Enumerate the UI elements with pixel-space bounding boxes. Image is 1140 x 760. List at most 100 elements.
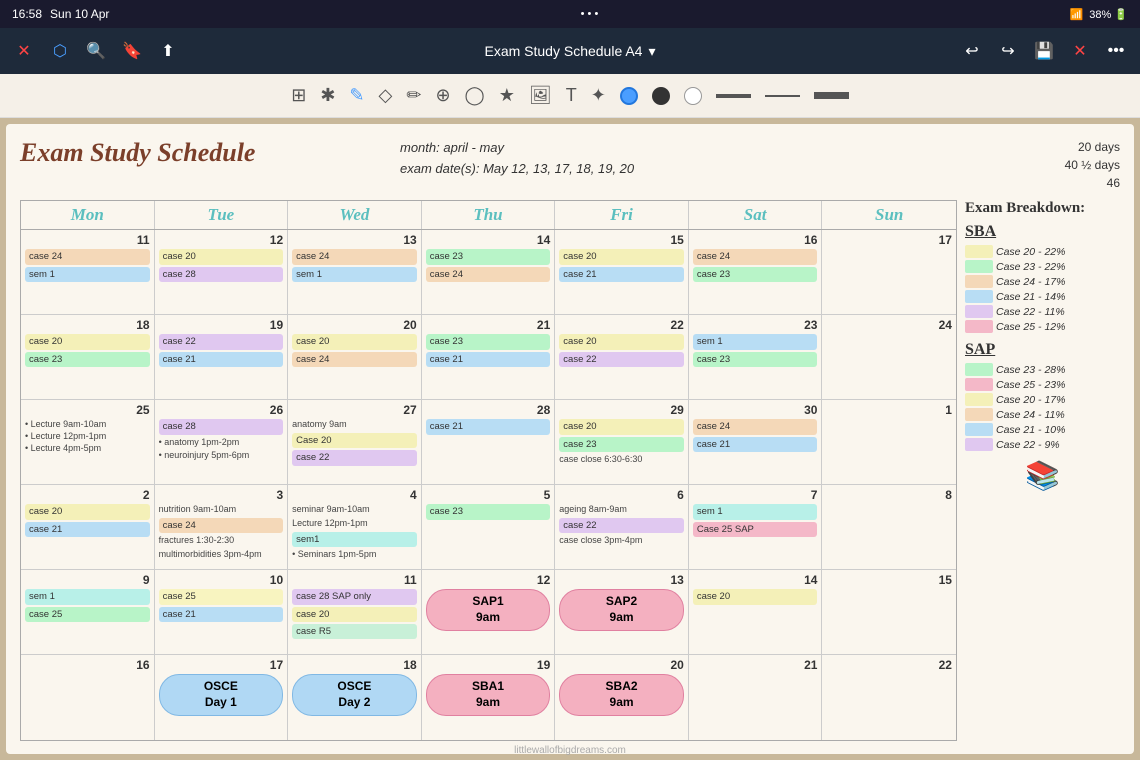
header-fri: Fri bbox=[555, 201, 689, 229]
grid-tool[interactable]: ⊞ bbox=[291, 85, 306, 106]
cell-apr23: 23 sem 1 case 23 bbox=[689, 315, 823, 399]
toolbar-right: ↩ ↪ 💾 ✕ ••• bbox=[958, 37, 1130, 65]
undo-icon[interactable]: ↩ bbox=[958, 37, 986, 65]
cell-may6: 6 ageing 8am-9am case 22 case close 3pm-… bbox=[555, 485, 689, 569]
day-may12: 12 bbox=[426, 573, 551, 587]
day-24: 24 bbox=[826, 318, 952, 332]
color-blue[interactable] bbox=[620, 87, 638, 105]
case24-sap-dot bbox=[965, 408, 993, 421]
day-25: 25 bbox=[25, 403, 150, 417]
event-case24-may3: case 24 bbox=[159, 518, 284, 533]
month-text: month: april - may bbox=[400, 138, 1065, 159]
cell-may18: 18 OSCEDay 2 bbox=[288, 655, 422, 740]
save-icon[interactable]: 💾 bbox=[1030, 37, 1058, 65]
lasso-tool[interactable]: ⊕ bbox=[435, 85, 450, 106]
day-12: 12 bbox=[159, 233, 284, 247]
day-may7: 7 bbox=[693, 488, 818, 502]
event-sem1-may9: sem 1 bbox=[25, 589, 150, 604]
day-may17: 17 bbox=[159, 658, 284, 672]
day-27: 27 bbox=[292, 403, 417, 417]
case21-sap-dot bbox=[965, 423, 993, 436]
cell-apr15: 15 case 20 case 21 bbox=[555, 230, 689, 314]
breakdown-case20-sba: Case 20 - 22% bbox=[965, 245, 1120, 258]
case22-sap-dot bbox=[965, 438, 993, 451]
color-dark[interactable] bbox=[652, 87, 670, 105]
event-case20-may14: case 20 bbox=[693, 589, 818, 604]
more-icon[interactable]: ••• bbox=[1102, 37, 1130, 65]
event-case24-16: case 24 bbox=[693, 249, 818, 264]
cell-apr11: 11 case 24 sem 1 bbox=[21, 230, 155, 314]
shape-tool[interactable]: ◯ bbox=[465, 85, 485, 106]
day-26: 26 bbox=[159, 403, 284, 417]
calendar-wrapper: Mon Tue Wed Thu Fri Sat Sun 11 case 24 bbox=[20, 200, 1120, 741]
multimorbidities-text: multimorbidities 3pm-4pm bbox=[159, 549, 284, 561]
day-may2: 2 bbox=[25, 488, 150, 502]
cell-may15: 15 bbox=[822, 570, 956, 654]
event-case22-may6: case 22 bbox=[559, 518, 684, 533]
case23-sap-dot bbox=[965, 363, 993, 376]
text-tool[interactable]: T bbox=[566, 85, 577, 106]
header-sat: Sat bbox=[689, 201, 823, 229]
calendar-header: Mon Tue Wed Thu Fri Sat Sun bbox=[21, 201, 956, 230]
case21-sap-text: Case 21 - 10% bbox=[996, 424, 1065, 436]
doc-title-bar: Exam Study Schedule A4 ▾ bbox=[188, 43, 952, 60]
cell-may3: 3 nutrition 9am-10am case 24 fractures 1… bbox=[155, 485, 289, 569]
cell-apr28: 28 case 21 bbox=[422, 400, 556, 484]
event-case20-may11: case 20 bbox=[292, 607, 417, 622]
search-icon[interactable]: 🔍 bbox=[82, 37, 110, 65]
eraser-tool[interactable]: ◇ bbox=[379, 85, 393, 106]
share-icon[interactable]: ⬆ bbox=[154, 37, 182, 65]
document: Exam Study Schedule month: april - may e… bbox=[6, 124, 1134, 754]
dropdown-arrow[interactable]: ▾ bbox=[648, 43, 655, 60]
calendar-body: 11 case 24 sem 1 12 case 20 case 28 13 c… bbox=[21, 230, 956, 740]
star-tool[interactable]: ★ bbox=[499, 85, 515, 106]
app-icon[interactable]: ⬡ bbox=[46, 37, 74, 65]
event-case23-21: case 23 bbox=[426, 334, 551, 349]
pencil-tool[interactable]: ✏ bbox=[406, 85, 421, 106]
osce-day1-exam: OSCEDay 1 bbox=[159, 674, 284, 715]
watermark: littlewallofbigdreams.com bbox=[20, 745, 1120, 756]
close-button[interactable]: ✕ bbox=[10, 37, 38, 65]
cell-may17: 17 OSCEDay 1 bbox=[155, 655, 289, 740]
day-may16: 16 bbox=[25, 658, 150, 672]
breakdown-case25-sba: Case 25 - 12% bbox=[965, 320, 1120, 333]
event-case24-20: case 24 bbox=[292, 352, 417, 367]
stroke-thick[interactable] bbox=[814, 92, 849, 99]
document-name: Exam Study Schedule A4 bbox=[484, 43, 642, 59]
seminar-text: seminar 9am-10am bbox=[292, 504, 417, 516]
cell-may10: 10 case 25 case 21 bbox=[155, 570, 289, 654]
exit-icon[interactable]: ✕ bbox=[1066, 37, 1094, 65]
pen-tool[interactable]: ✎ bbox=[349, 85, 364, 106]
image-tool[interactable]: 🖼 bbox=[529, 85, 552, 106]
event-case25-may9: case 25 bbox=[25, 607, 150, 622]
event-case23-14: case 23 bbox=[426, 249, 551, 264]
day-may6: 6 bbox=[559, 488, 684, 502]
cell-may12: 12 SAP19am bbox=[422, 570, 556, 654]
day-may4: 4 bbox=[292, 488, 417, 502]
week-1: 11 case 24 sem 1 12 case 20 case 28 13 c… bbox=[21, 230, 956, 315]
event-case22-19: case 22 bbox=[159, 334, 284, 349]
event-case23-16: case 23 bbox=[693, 267, 818, 282]
day-30: 30 bbox=[693, 403, 818, 417]
breakdown-case21-sap: Case 21 - 10% bbox=[965, 423, 1120, 436]
stroke-thin[interactable] bbox=[765, 95, 800, 97]
bookmark-icon[interactable]: 🔖 bbox=[118, 37, 146, 65]
day-may8: 8 bbox=[826, 488, 952, 502]
week-4: 2 case 20 case 21 3 nutrition 9am-10am c… bbox=[21, 485, 956, 570]
main-content: Exam Study Schedule month: april - may e… bbox=[0, 118, 1140, 760]
osce-day2-exam: OSCEDay 2 bbox=[292, 674, 417, 715]
wand-tool[interactable]: ✦ bbox=[591, 85, 606, 106]
redo-icon[interactable]: ↪ bbox=[994, 37, 1022, 65]
day-may21: 21 bbox=[693, 658, 818, 672]
stroke-medium[interactable] bbox=[716, 94, 751, 98]
cell-may8: 8 bbox=[822, 485, 956, 569]
cell-may9: 9 sem 1 case 25 bbox=[21, 570, 155, 654]
event-case24-14: case 24 bbox=[426, 267, 551, 282]
color-white[interactable] bbox=[684, 87, 702, 105]
ageing-text: ageing 8am-9am bbox=[559, 504, 684, 516]
event-case24-13: case 24 bbox=[292, 249, 417, 264]
cell-may2: 2 case 20 case 21 bbox=[21, 485, 155, 569]
breakdown-case23-sap: Case 23 - 28% bbox=[965, 363, 1120, 376]
cell-may4: 4 seminar 9am-10am Lecture 12pm-1pm sem1… bbox=[288, 485, 422, 569]
case25-sba-text: Case 25 - 12% bbox=[996, 321, 1065, 333]
